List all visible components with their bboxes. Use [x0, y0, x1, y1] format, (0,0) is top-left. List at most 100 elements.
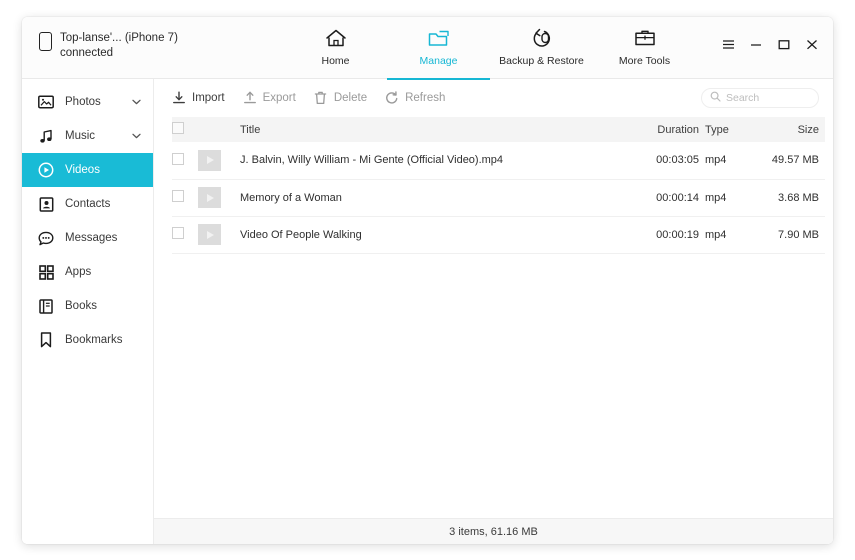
import-icon — [172, 91, 186, 105]
table-row[interactable]: J. Balvin, Willy William - Mi Gente (Off… — [172, 142, 825, 180]
play-icon[interactable] — [198, 224, 221, 245]
refresh-label: Refresh — [405, 92, 446, 104]
table-row[interactable]: Video Of People Walking 00:00:19 mp4 7.9… — [172, 216, 825, 254]
row-type: mp4 — [705, 179, 751, 217]
restore-icon — [530, 26, 554, 50]
row-size: 7.90 MB — [751, 216, 825, 254]
row-thumbnail-cell — [198, 142, 240, 180]
sidebar: Photos Music Videos Contacts Messages Ap… — [22, 79, 154, 544]
delete-button[interactable]: Delete — [314, 91, 367, 105]
sidebar-item-photos-label: Photos — [65, 96, 101, 108]
trash-icon — [314, 91, 328, 105]
tab-backup-restore[interactable]: Backup & Restore — [490, 17, 593, 79]
row-checkbox[interactable] — [172, 227, 184, 239]
row-title: J. Balvin, Willy William - Mi Gente (Off… — [240, 142, 631, 180]
search-icon — [710, 89, 721, 107]
table-body: J. Balvin, Willy William - Mi Gente (Off… — [172, 142, 825, 254]
toolbox-icon — [633, 26, 657, 50]
books-icon — [38, 298, 54, 314]
sidebar-item-videos[interactable]: Videos — [22, 153, 153, 187]
sidebar-item-messages-label: Messages — [65, 232, 118, 244]
maximize-icon[interactable] — [777, 37, 791, 51]
sidebar-item-apps-label: Apps — [65, 266, 92, 278]
row-duration: 00:03:05 — [631, 142, 705, 180]
video-table: Title Duration Type Size J. Balvin, Will… — [172, 117, 825, 254]
sidebar-item-books[interactable]: Books — [22, 289, 153, 323]
row-type: mp4 — [705, 216, 751, 254]
row-size: 3.68 MB — [751, 179, 825, 217]
row-checkbox-cell — [172, 142, 198, 180]
bookmarks-icon — [38, 332, 54, 348]
tab-manage-label: Manage — [419, 55, 458, 67]
app-body: Photos Music Videos Contacts Messages Ap… — [22, 79, 833, 544]
home-icon — [325, 26, 347, 50]
table-header-row: Title Duration Type Size — [172, 117, 825, 142]
search-input[interactable] — [726, 92, 810, 104]
export-label: Export — [262, 92, 296, 104]
play-icon[interactable] — [198, 149, 221, 171]
sidebar-item-bookmarks[interactable]: Bookmarks — [22, 323, 153, 357]
sidebar-item-music-label: Music — [65, 130, 96, 142]
row-checkbox[interactable] — [172, 190, 184, 202]
sidebar-item-videos-label: Videos — [65, 164, 100, 176]
play-icon[interactable] — [198, 187, 221, 208]
export-icon — [243, 91, 257, 105]
export-button[interactable]: Export — [243, 91, 296, 105]
sidebar-item-contacts-label: Contacts — [65, 198, 111, 210]
window-controls — [721, 37, 819, 51]
status-bar: 3 items, 61.16 MB — [154, 518, 833, 544]
row-checkbox-cell — [172, 179, 198, 217]
delete-label: Delete — [333, 92, 368, 104]
device-name: Top-lanse'... (iPhone 7) — [60, 32, 178, 44]
import-button[interactable]: Import — [172, 91, 225, 105]
contacts-icon — [38, 196, 54, 212]
sidebar-item-messages[interactable]: Messages — [22, 221, 153, 255]
refresh-button[interactable]: Refresh — [385, 91, 445, 105]
video-table-container: Title Duration Type Size J. Balvin, Will… — [154, 117, 833, 518]
close-icon[interactable] — [805, 37, 819, 51]
messages-icon — [38, 230, 54, 246]
apps-icon — [38, 264, 54, 280]
thumb-header — [198, 117, 240, 142]
row-checkbox[interactable] — [172, 152, 184, 165]
refresh-icon — [385, 91, 399, 105]
application-window: Top-lanse'... (iPhone 7) connected Home — [22, 17, 833, 544]
menu-icon[interactable] — [721, 37, 735, 51]
header-size[interactable]: Size — [751, 117, 825, 142]
row-type: mp4 — [705, 142, 751, 180]
row-title: Video Of People Walking — [240, 216, 631, 254]
tab-more-tools[interactable]: More Tools — [593, 17, 696, 79]
row-thumbnail-cell — [198, 179, 240, 217]
minimize-icon[interactable] — [749, 37, 763, 51]
sidebar-item-bookmarks-label: Bookmarks — [65, 334, 123, 346]
status-text: 3 items, 61.16 MB — [449, 525, 538, 538]
tab-home[interactable]: Home — [284, 17, 387, 79]
tab-home-label: Home — [321, 55, 350, 67]
tab-manage[interactable]: Manage — [387, 17, 490, 80]
row-duration: 00:00:19 — [631, 216, 705, 254]
row-thumbnail-cell — [198, 216, 240, 254]
search-box[interactable] — [701, 88, 819, 108]
row-size: 49.57 MB — [751, 142, 825, 180]
main-tabs: Home Manage Backup & Restore More Tools — [284, 17, 696, 80]
sidebar-item-music[interactable]: Music — [22, 119, 153, 153]
device-info[interactable]: Top-lanse'... (iPhone 7) connected — [22, 17, 272, 60]
sidebar-item-photos[interactable]: Photos — [22, 85, 153, 119]
sidebar-item-contacts[interactable]: Contacts — [22, 187, 153, 221]
chevron-down-icon[interactable] — [132, 98, 141, 107]
header-duration[interactable]: Duration — [631, 117, 705, 142]
videos-icon — [38, 162, 54, 178]
tab-backup-restore-label: Backup & Restore — [499, 55, 584, 67]
table-row[interactable]: Memory of a Woman 00:00:14 mp4 3.68 MB — [172, 179, 825, 217]
header-title[interactable]: Title — [240, 117, 631, 142]
photos-icon — [38, 94, 54, 110]
folder-icon — [427, 26, 451, 50]
row-duration: 00:00:14 — [631, 179, 705, 217]
chevron-down-icon[interactable] — [132, 132, 141, 141]
sidebar-item-apps[interactable]: Apps — [22, 255, 153, 289]
select-all-cell — [172, 117, 198, 142]
table-header: Title Duration Type Size — [172, 117, 825, 142]
row-checkbox-cell — [172, 216, 198, 254]
header-type[interactable]: Type — [705, 117, 751, 142]
select-all-checkbox[interactable] — [172, 122, 184, 134]
